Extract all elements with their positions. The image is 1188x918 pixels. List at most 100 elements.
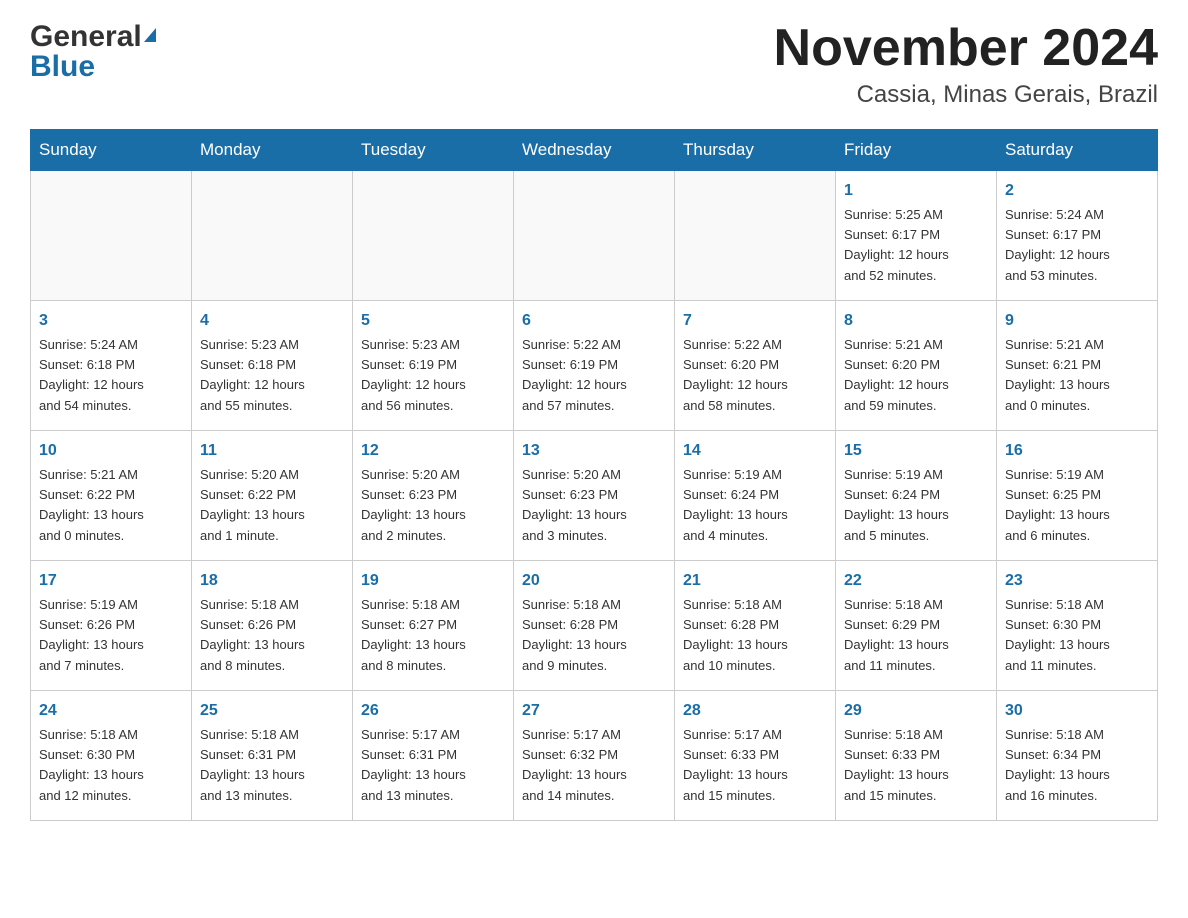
day-number: 1 [844,179,988,203]
calendar-cell: 22Sunrise: 5:18 AMSunset: 6:29 PMDayligh… [836,561,997,691]
calendar-cell: 9Sunrise: 5:21 AMSunset: 6:21 PMDaylight… [997,301,1158,431]
day-number: 9 [1005,309,1149,333]
weekday-header-thursday: Thursday [675,130,836,171]
day-number: 8 [844,309,988,333]
calendar-cell: 27Sunrise: 5:17 AMSunset: 6:32 PMDayligh… [514,691,675,821]
calendar-cell: 14Sunrise: 5:19 AMSunset: 6:24 PMDayligh… [675,431,836,561]
day-info: Sunrise: 5:17 AMSunset: 6:32 PMDaylight:… [522,725,666,806]
calendar-week-row: 1Sunrise: 5:25 AMSunset: 6:17 PMDaylight… [31,171,1158,301]
day-info: Sunrise: 5:21 AMSunset: 6:21 PMDaylight:… [1005,335,1149,416]
day-number: 29 [844,699,988,723]
day-number: 13 [522,439,666,463]
page-header: General Blue November 2024 Cassia, Minas… [30,20,1158,109]
calendar-cell: 25Sunrise: 5:18 AMSunset: 6:31 PMDayligh… [192,691,353,821]
weekday-header-wednesday: Wednesday [514,130,675,171]
calendar-cell [31,171,192,301]
day-info: Sunrise: 5:24 AMSunset: 6:17 PMDaylight:… [1005,205,1149,286]
calendar-cell: 12Sunrise: 5:20 AMSunset: 6:23 PMDayligh… [353,431,514,561]
day-info: Sunrise: 5:18 AMSunset: 6:33 PMDaylight:… [844,725,988,806]
day-info: Sunrise: 5:18 AMSunset: 6:31 PMDaylight:… [200,725,344,806]
day-info: Sunrise: 5:18 AMSunset: 6:34 PMDaylight:… [1005,725,1149,806]
day-info: Sunrise: 5:21 AMSunset: 6:20 PMDaylight:… [844,335,988,416]
calendar-cell: 2Sunrise: 5:24 AMSunset: 6:17 PMDaylight… [997,171,1158,301]
day-info: Sunrise: 5:17 AMSunset: 6:33 PMDaylight:… [683,725,827,806]
day-info: Sunrise: 5:18 AMSunset: 6:30 PMDaylight:… [39,725,183,806]
day-info: Sunrise: 5:18 AMSunset: 6:27 PMDaylight:… [361,595,505,676]
calendar-cell [353,171,514,301]
day-info: Sunrise: 5:23 AMSunset: 6:19 PMDaylight:… [361,335,505,416]
calendar-week-row: 24Sunrise: 5:18 AMSunset: 6:30 PMDayligh… [31,691,1158,821]
calendar-cell: 28Sunrise: 5:17 AMSunset: 6:33 PMDayligh… [675,691,836,821]
calendar-cell: 5Sunrise: 5:23 AMSunset: 6:19 PMDaylight… [353,301,514,431]
weekday-header-friday: Friday [836,130,997,171]
day-info: Sunrise: 5:19 AMSunset: 6:25 PMDaylight:… [1005,465,1149,546]
day-info: Sunrise: 5:17 AMSunset: 6:31 PMDaylight:… [361,725,505,806]
calendar-week-row: 10Sunrise: 5:21 AMSunset: 6:22 PMDayligh… [31,431,1158,561]
day-number: 16 [1005,439,1149,463]
day-info: Sunrise: 5:19 AMSunset: 6:26 PMDaylight:… [39,595,183,676]
calendar-cell: 15Sunrise: 5:19 AMSunset: 6:24 PMDayligh… [836,431,997,561]
calendar-table: SundayMondayTuesdayWednesdayThursdayFrid… [30,129,1158,821]
day-number: 11 [200,439,344,463]
day-info: Sunrise: 5:18 AMSunset: 6:29 PMDaylight:… [844,595,988,676]
calendar-cell: 30Sunrise: 5:18 AMSunset: 6:34 PMDayligh… [997,691,1158,821]
day-number: 6 [522,309,666,333]
day-number: 24 [39,699,183,723]
calendar-cell: 21Sunrise: 5:18 AMSunset: 6:28 PMDayligh… [675,561,836,691]
day-number: 30 [1005,699,1149,723]
calendar-cell: 17Sunrise: 5:19 AMSunset: 6:26 PMDayligh… [31,561,192,691]
calendar-cell: 8Sunrise: 5:21 AMSunset: 6:20 PMDaylight… [836,301,997,431]
calendar-cell: 29Sunrise: 5:18 AMSunset: 6:33 PMDayligh… [836,691,997,821]
logo-triangle-icon [144,28,156,42]
day-number: 25 [200,699,344,723]
calendar-cell: 7Sunrise: 5:22 AMSunset: 6:20 PMDaylight… [675,301,836,431]
day-number: 2 [1005,179,1149,203]
day-info: Sunrise: 5:24 AMSunset: 6:18 PMDaylight:… [39,335,183,416]
calendar-cell: 3Sunrise: 5:24 AMSunset: 6:18 PMDaylight… [31,301,192,431]
location-subtitle: Cassia, Minas Gerais, Brazil [774,81,1158,109]
weekday-header-tuesday: Tuesday [353,130,514,171]
day-number: 3 [39,309,183,333]
logo-blue-text: Blue [30,50,95,84]
day-number: 10 [39,439,183,463]
calendar-cell: 19Sunrise: 5:18 AMSunset: 6:27 PMDayligh… [353,561,514,691]
weekday-header-row: SundayMondayTuesdayWednesdayThursdayFrid… [31,130,1158,171]
calendar-cell: 10Sunrise: 5:21 AMSunset: 6:22 PMDayligh… [31,431,192,561]
calendar-cell: 26Sunrise: 5:17 AMSunset: 6:31 PMDayligh… [353,691,514,821]
day-number: 15 [844,439,988,463]
day-info: Sunrise: 5:20 AMSunset: 6:23 PMDaylight:… [361,465,505,546]
day-info: Sunrise: 5:19 AMSunset: 6:24 PMDaylight:… [844,465,988,546]
day-number: 23 [1005,569,1149,593]
title-section: November 2024 Cassia, Minas Gerais, Braz… [774,20,1158,109]
calendar-cell: 20Sunrise: 5:18 AMSunset: 6:28 PMDayligh… [514,561,675,691]
logo-general-text: General [30,20,142,54]
day-info: Sunrise: 5:20 AMSunset: 6:22 PMDaylight:… [200,465,344,546]
calendar-cell: 11Sunrise: 5:20 AMSunset: 6:22 PMDayligh… [192,431,353,561]
calendar-cell: 24Sunrise: 5:18 AMSunset: 6:30 PMDayligh… [31,691,192,821]
day-number: 17 [39,569,183,593]
calendar-cell [514,171,675,301]
day-info: Sunrise: 5:18 AMSunset: 6:30 PMDaylight:… [1005,595,1149,676]
day-info: Sunrise: 5:23 AMSunset: 6:18 PMDaylight:… [200,335,344,416]
day-number: 7 [683,309,827,333]
calendar-cell: 1Sunrise: 5:25 AMSunset: 6:17 PMDaylight… [836,171,997,301]
calendar-cell [675,171,836,301]
day-number: 28 [683,699,827,723]
day-info: Sunrise: 5:18 AMSunset: 6:28 PMDaylight:… [522,595,666,676]
day-number: 4 [200,309,344,333]
calendar-cell: 4Sunrise: 5:23 AMSunset: 6:18 PMDaylight… [192,301,353,431]
day-info: Sunrise: 5:19 AMSunset: 6:24 PMDaylight:… [683,465,827,546]
logo: General Blue [30,20,156,84]
day-info: Sunrise: 5:18 AMSunset: 6:28 PMDaylight:… [683,595,827,676]
day-info: Sunrise: 5:22 AMSunset: 6:19 PMDaylight:… [522,335,666,416]
day-number: 18 [200,569,344,593]
calendar-cell: 23Sunrise: 5:18 AMSunset: 6:30 PMDayligh… [997,561,1158,691]
day-number: 19 [361,569,505,593]
day-info: Sunrise: 5:25 AMSunset: 6:17 PMDaylight:… [844,205,988,286]
day-number: 20 [522,569,666,593]
day-info: Sunrise: 5:21 AMSunset: 6:22 PMDaylight:… [39,465,183,546]
day-number: 22 [844,569,988,593]
day-number: 27 [522,699,666,723]
calendar-week-row: 3Sunrise: 5:24 AMSunset: 6:18 PMDaylight… [31,301,1158,431]
day-number: 21 [683,569,827,593]
